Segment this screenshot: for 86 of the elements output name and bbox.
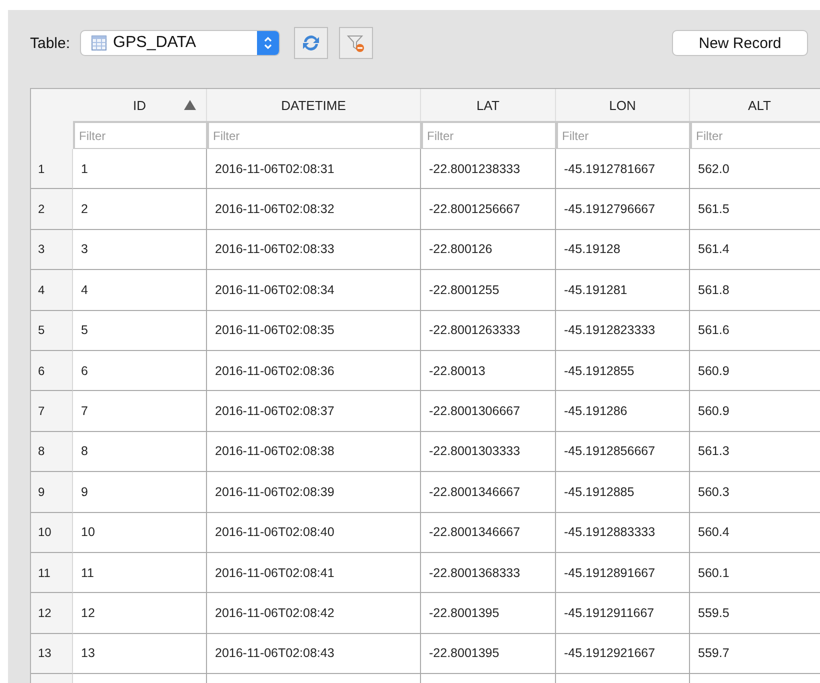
table-icon <box>91 35 108 51</box>
table-cell: -45.1912855 <box>556 350 690 392</box>
stepper-icon <box>257 31 280 55</box>
table-cell: 4 <box>73 270 207 311</box>
table-cell: 2 <box>73 189 207 230</box>
table-cell: -45.19128 <box>556 230 690 270</box>
refresh-button[interactable] <box>294 27 328 59</box>
table-cell: 2016-11-06T02:08:37 <box>207 391 421 432</box>
table-cell: 5 <box>73 310 207 351</box>
row-number: 11 <box>31 552 73 594</box>
table-cell: -22.8001395 <box>421 634 556 674</box>
table-cell: 2016-11-06T02:08:42 <box>207 593 421 634</box>
table-cell: 1 <box>73 149 207 190</box>
table-cell: 2016-11-06T02:08:41 <box>207 552 421 594</box>
table-cell: -45.1912921667 <box>556 634 690 674</box>
table-cell: -22.8001256667 <box>421 189 556 230</box>
table-cell: 560.9 <box>690 350 820 392</box>
table-cell: -22.8001303333 <box>421 432 556 472</box>
table-cell: 561.6 <box>690 310 820 351</box>
table-cell: 2016-11-06T02:08:31 <box>207 149 421 190</box>
table-cell: -22.8001395 <box>421 593 556 634</box>
table-label: Table: <box>30 34 70 52</box>
table-cell: 7 <box>73 391 207 432</box>
table-cell: 561.4 <box>690 230 820 270</box>
table-cell: -22.8001255 <box>421 270 556 311</box>
table-cell: 6 <box>73 350 207 392</box>
new-record-button[interactable]: New Record <box>672 30 808 56</box>
table-cell: 11 <box>73 552 207 594</box>
table-cell: 561.8 <box>690 270 820 311</box>
row-number: 7 <box>31 391 73 432</box>
row-number: 8 <box>31 432 73 472</box>
table-select[interactable]: GPS_DATA <box>80 30 280 56</box>
table-cell: 2016-11-06T02:08:35 <box>207 310 421 351</box>
table-cell: 560.1 <box>690 552 820 594</box>
table-cell: -45.1912883333 <box>556 512 690 553</box>
table-cell: -45.1912911667 <box>556 593 690 634</box>
row-number: 1 <box>31 149 73 190</box>
sort-arrow-icon <box>184 100 196 110</box>
row-number: 13 <box>31 634 73 674</box>
table-cell: 560.4 <box>690 512 820 553</box>
table-cell: -45.1912796667 <box>556 189 690 230</box>
table-cell: -45.191281 <box>556 270 690 311</box>
table-cell: -45.1912823333 <box>556 310 690 351</box>
row-number: 2 <box>31 189 73 230</box>
table-cell: -22.8001346667 <box>421 472 556 513</box>
table-cell: -45.1912885 <box>556 472 690 513</box>
table-cell: 561.3 <box>690 432 820 472</box>
table-cell: 562.0 <box>690 149 820 190</box>
table-cell: -22.8001263333 <box>421 310 556 351</box>
row-number: 6 <box>31 350 73 392</box>
table-cell: 2016-11-06T02:08:38 <box>207 432 421 472</box>
table-cell: 560.3 <box>690 472 820 513</box>
table-cell: 559.7 <box>690 634 820 674</box>
table-cell: 2016-11-06T02:08:34 <box>207 270 421 311</box>
table-cell: 12 <box>73 593 207 634</box>
table-cell: -22.8001238333 <box>421 149 556 190</box>
table-cell: 10 <box>73 512 207 553</box>
table-cell: -22.80013 <box>421 350 556 392</box>
table-cell: 2016-11-06T02:08:32 <box>207 189 421 230</box>
table-cell: -45.191286 <box>556 391 690 432</box>
row-number: 3 <box>31 230 73 270</box>
row-number: 10 <box>31 512 73 553</box>
table-cell: 2016-11-06T02:08:39 <box>207 472 421 513</box>
table-cell: 561.5 <box>690 189 820 230</box>
table-cell: 3 <box>73 230 207 270</box>
table-cell: -22.8001346667 <box>421 512 556 553</box>
table-cell: 2016-11-06T02:08:40 <box>207 512 421 553</box>
table-cell: 559.5 <box>690 593 820 634</box>
row-number: 9 <box>31 472 73 513</box>
table-cell: 13 <box>73 634 207 674</box>
row-number: 12 <box>31 593 73 634</box>
table-cell: -22.8001306667 <box>421 391 556 432</box>
table-cell: 560.9 <box>690 391 820 432</box>
table-cell: 2016-11-06T02:08:36 <box>207 350 421 392</box>
table-cell: -22.8001368333 <box>421 552 556 594</box>
table-cell: -45.1912856667 <box>556 432 690 472</box>
row-number: 5 <box>31 310 73 351</box>
table-cell: -45.1912781667 <box>556 149 690 190</box>
table-cell: 9 <box>73 472 207 513</box>
table-cell: 2016-11-06T02:08:43 <box>207 634 421 674</box>
table-cell: -45.1912891667 <box>556 552 690 594</box>
table-cell: -22.800126 <box>421 230 556 270</box>
row-number: 4 <box>31 270 73 311</box>
clear-filter-button[interactable] <box>339 27 374 59</box>
table-cell: 8 <box>73 432 207 472</box>
table-cell: 2016-11-06T02:08:33 <box>207 230 421 270</box>
